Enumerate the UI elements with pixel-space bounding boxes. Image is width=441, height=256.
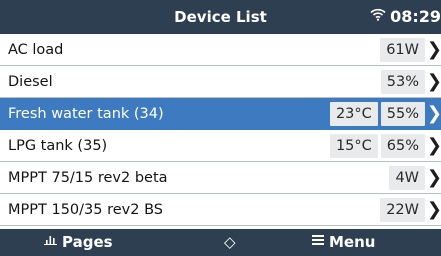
device-name: MPPT 150/35 rev2 BS [8,202,163,218]
clock: 08:29 [390,7,441,26]
menu-button[interactable]: Menu [312,229,375,256]
header-bar: Device List 08:29 [0,0,441,34]
device-name: LPG tank (35) [8,138,108,154]
device-name: AC load [8,42,64,58]
device-value-badge: 55% [380,102,425,126]
chevron-right-icon: ❯ [426,199,441,220]
device-row[interactable]: AC load 61W ❯ [0,34,441,66]
chevron-right-icon: ❯ [426,135,441,156]
device-value-badge: 15°C [329,134,378,158]
footer-bar: Pages ◇ Menu [0,229,441,256]
device-values: 61W [380,38,425,62]
device-value-badge: 22W [380,198,425,222]
device-name: Fresh water tank (34) [8,106,164,122]
device-row[interactable]: Fresh water tank (34) 23°C 55% ❯ [0,98,441,130]
device-values: 4W [389,166,425,190]
pages-label: Pages [62,233,113,251]
chevron-right-icon: ❯ [426,71,441,92]
pages-button[interactable]: Pages [44,229,113,256]
device-value-badge: 61W [380,38,425,62]
status-area: 08:29 [370,0,441,34]
device-name: Diesel [8,74,53,90]
device-values: 53% [380,70,425,94]
hamburger-icon [312,227,324,254]
chevron-right-icon: ❯ [426,103,441,124]
device-values: 15°C 65% [329,134,425,158]
device-list-screen: Device List 08:29 AC load 61W ❯ Diesel 53% ❯ F… [0,0,441,256]
device-value-badge: 65% [380,134,425,158]
device-values: 22W [380,198,425,222]
device-row[interactable]: Diesel 53% ❯ [0,66,441,98]
device-value-badge: 4W [389,166,425,190]
chevron-right-icon: ❯ [426,39,441,60]
device-list: AC load 61W ❯ Diesel 53% ❯ Fresh water tank (3… [0,34,441,226]
up-down-icon[interactable]: ◇ [224,229,236,256]
chart-bars-icon [44,227,57,254]
menu-label: Menu [329,233,376,251]
device-row[interactable]: MPPT 75/15 rev2 beta 4W ❯ [0,162,441,194]
device-name: MPPT 75/15 rev2 beta [8,170,168,186]
wifi-icon [370,0,386,33]
chevron-right-icon: ❯ [426,167,441,188]
device-values: 23°C 55% [329,102,425,126]
device-value-badge: 53% [380,70,425,94]
device-row[interactable]: LPG tank (35) 15°C 65% ❯ [0,130,441,162]
device-value-badge: 23°C [329,102,378,126]
device-row[interactable]: MPPT 150/35 rev2 BS 22W ❯ [0,194,441,226]
